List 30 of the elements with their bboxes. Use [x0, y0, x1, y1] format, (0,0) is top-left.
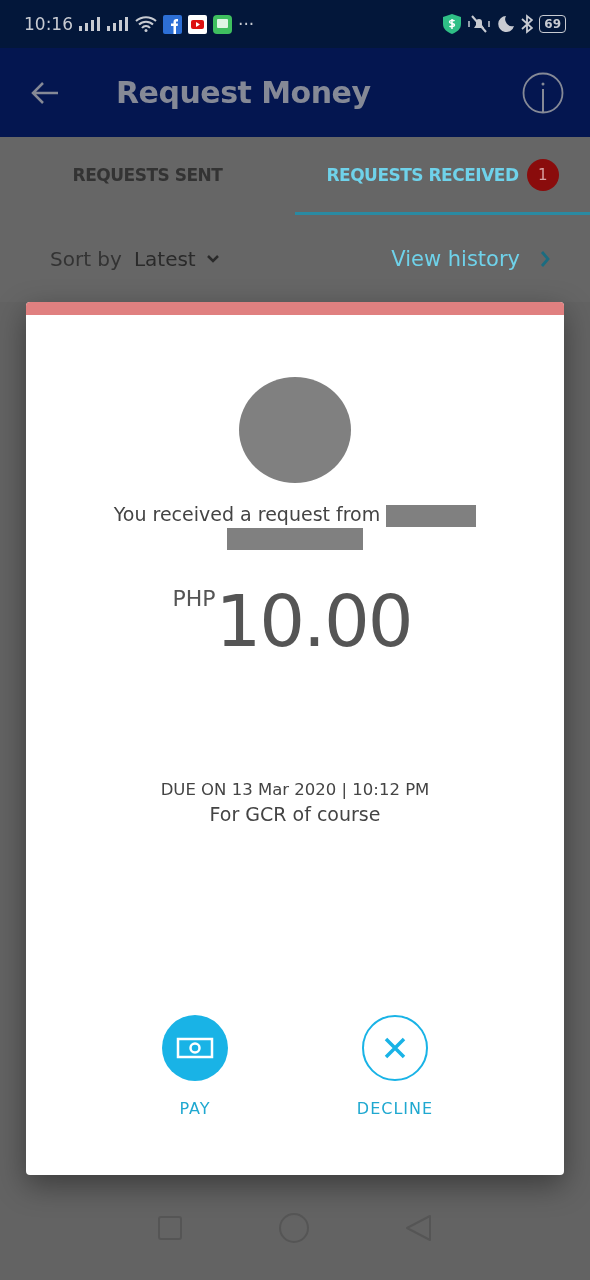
clock: 10:16 [24, 14, 73, 34]
facebook-icon [163, 14, 182, 34]
moon-icon [497, 15, 516, 33]
more-notifications: ··· [238, 14, 255, 34]
signal-icon [79, 17, 101, 31]
banknote-icon [162, 1015, 228, 1081]
count-badge: 1 [526, 158, 559, 191]
decline-button[interactable]: DECLINE [340, 1015, 450, 1118]
request-message: You received a request from [113, 503, 381, 525]
chevron-down-icon [205, 254, 220, 263]
close-icon [362, 1015, 428, 1081]
screen-title: Request Money [116, 75, 372, 110]
wifi-icon [135, 16, 157, 32]
bluetooth-icon [521, 14, 534, 34]
sort-dropdown[interactable]: Latest [133, 246, 220, 271]
pay-button[interactable]: PAY [140, 1015, 250, 1118]
signal-icon [107, 17, 129, 31]
muted-bell-icon [467, 14, 492, 34]
request-note: For GCR of course [208, 803, 382, 825]
due-date: DUE ON 13 Mar 2020 | 10:12 PM [159, 780, 431, 799]
info-icon[interactable] [522, 71, 564, 114]
back-icon[interactable] [30, 80, 60, 105]
chevron-right-icon [540, 249, 550, 268]
view-history-link[interactable]: View history [391, 246, 550, 271]
amount: 10.00 [215, 580, 412, 662]
currency-label: PHP [172, 586, 216, 611]
battery-indicator: 69 [539, 15, 566, 33]
message-app-icon [213, 14, 232, 34]
shield-icon [443, 14, 462, 34]
video-app-icon [188, 14, 207, 34]
